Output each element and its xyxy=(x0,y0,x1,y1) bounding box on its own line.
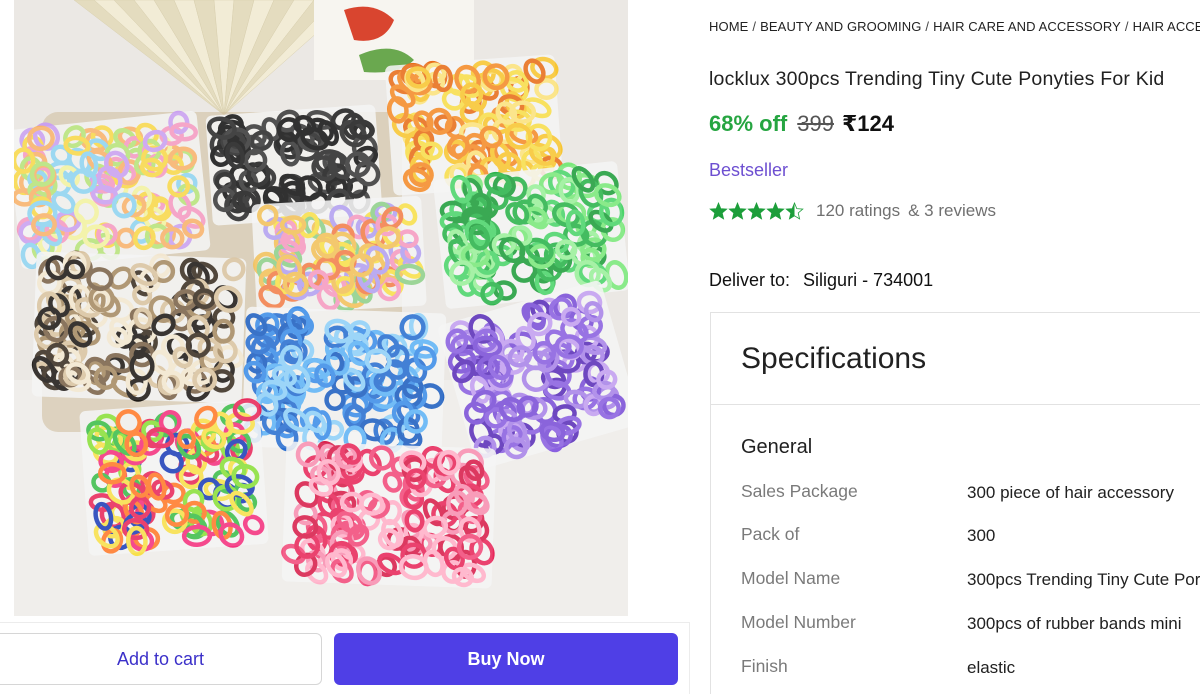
spec-key-model-number: Model Number xyxy=(741,612,856,632)
specifications-title: Specifications xyxy=(741,341,927,375)
spec-section-general: General xyxy=(741,436,813,458)
spec-key-model-name: Model Name xyxy=(741,568,841,588)
spec-value-finish: elastic xyxy=(967,658,1016,677)
spec-key-finish: Finish xyxy=(741,656,788,676)
add-to-cart-button[interactable]: Add to cart xyxy=(0,633,322,685)
breadcrumb: HOME / BEAUTY AND GROOMING / HAIR CARE AND A… xyxy=(709,19,1200,34)
delivery-location: Deliver to: Siliguri - 734001 xyxy=(709,270,933,291)
star-icon xyxy=(766,201,785,220)
product-image[interactable] xyxy=(14,0,628,616)
star-icon xyxy=(785,201,804,220)
product-photo xyxy=(14,0,628,616)
ratings-count: 120 ratings xyxy=(816,201,901,220)
specifications-card: Specifications General Sales Package 300… xyxy=(710,312,1200,694)
bestseller-badge: Bestseller xyxy=(709,160,789,180)
breadcrumb-separator: / xyxy=(925,19,930,34)
selling-price: ₹124 xyxy=(841,111,894,136)
product-details: HOME / BEAUTY AND GROOMING / HAIR CARE AND A… xyxy=(709,0,1200,694)
spec-value-pack-of: 300 xyxy=(967,526,996,545)
product-gallery: Add to cart Buy Now xyxy=(0,0,690,694)
star-icon xyxy=(747,201,766,220)
delivery-pincode[interactable]: Siliguri - 734001 xyxy=(803,270,933,290)
star-icon xyxy=(728,201,747,220)
specifications-header: Specifications xyxy=(711,313,1200,405)
spec-value-model-number: 300pcs of rubber bands mini xyxy=(967,614,1182,633)
breadcrumb-item-home[interactable]: HOME xyxy=(709,19,748,34)
product-title: locklux 300pcs Trending Tiny Cute Ponyti… xyxy=(709,68,1165,90)
rating-stars xyxy=(709,201,804,221)
breadcrumb-item-beauty[interactable]: BEAUTY AND GROOMING xyxy=(760,19,921,34)
reviews-count: & 3 reviews xyxy=(908,201,996,220)
spec-value-model-name: 300pcs Trending Tiny Cute Por xyxy=(967,570,1200,589)
action-bar: Add to cart Buy Now xyxy=(0,622,690,694)
buy-now-button[interactable]: Buy Now xyxy=(334,633,678,685)
breadcrumb-separator: / xyxy=(752,19,757,34)
star-icon xyxy=(709,201,728,220)
spec-key-pack-of: Pack of xyxy=(741,524,800,544)
deliver-label: Deliver to: xyxy=(709,270,791,290)
breadcrumb-separator: / xyxy=(1124,19,1129,34)
price-row: 68% off 399 ₹124 xyxy=(709,111,894,137)
breadcrumb-item-hair-care[interactable]: HAIR CARE AND ACCESSORY xyxy=(933,19,1121,34)
spec-key-sales-package: Sales Package xyxy=(741,481,858,501)
discount-percent: 68% off xyxy=(709,111,788,136)
rating-row[interactable]: 120 ratings & 3 reviews xyxy=(709,201,996,221)
original-price: 399 xyxy=(797,111,834,136)
breadcrumb-item-hair-accessory[interactable]: HAIR ACCESS xyxy=(1133,19,1200,34)
spec-value-sales-package: 300 piece of hair accessory xyxy=(967,483,1174,502)
